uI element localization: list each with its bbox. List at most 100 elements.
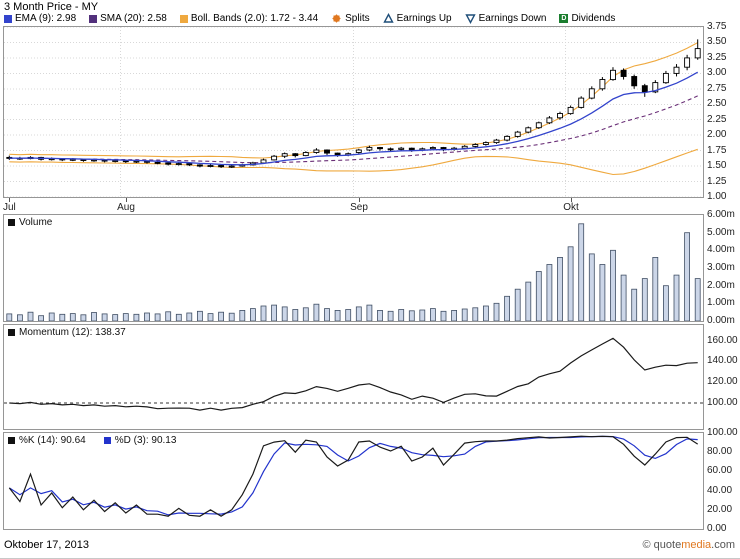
- copyright-quote: quote: [654, 539, 682, 551]
- ema-color-chip: [4, 15, 12, 23]
- volume-bar: [229, 313, 234, 321]
- stoch-k-header-label: %K (14): 90.64: [19, 435, 86, 446]
- price-panel: [3, 26, 704, 198]
- candle-body: [589, 89, 594, 98]
- candle-body: [208, 166, 213, 167]
- volume-bar: [611, 250, 616, 321]
- volume-bar: [176, 314, 181, 321]
- legend-item-sma: SMA (20): 2.58: [89, 13, 167, 24]
- candle-body: [92, 160, 97, 161]
- candle-body: [611, 70, 616, 79]
- candle-body: [473, 145, 478, 147]
- legend-label: SMA (20): 2.58: [100, 13, 167, 24]
- y-axis-label: 160.00: [707, 335, 738, 346]
- volume-bar: [123, 314, 128, 321]
- candle-body: [303, 153, 308, 156]
- stochastics-panel: %K (14): 90.64 %D (3): 90.13: [3, 432, 704, 530]
- candle-body: [399, 148, 404, 149]
- volume-bar: [536, 272, 541, 322]
- volume-bar: [261, 306, 266, 321]
- legend-item-boll-bands: Boll. Bands (2.0): 1.72 - 3.44: [180, 13, 318, 24]
- y-axis-label: 2.25: [707, 114, 726, 125]
- volume-bar: [17, 315, 22, 321]
- candle-body: [494, 140, 499, 143]
- page-title: 3 Month Price - MY: [4, 1, 98, 13]
- bollinger-upper-line: [9, 43, 697, 158]
- stochastics-header: %K (14): 90.64 %D (3): 90.13: [8, 435, 176, 446]
- candle-body: [166, 163, 171, 164]
- volume-bar: [452, 310, 457, 321]
- candle-body: [568, 107, 573, 113]
- candle-body: [176, 164, 181, 165]
- candle-body: [462, 146, 467, 148]
- volume-bar: [113, 315, 118, 321]
- volume-bar: [558, 257, 563, 321]
- candle-body: [695, 49, 700, 58]
- volume-bar: [462, 309, 467, 321]
- candle-body: [600, 80, 605, 89]
- volume-bar: [325, 309, 330, 321]
- volume-chip-icon: [8, 219, 15, 226]
- x-axis-label: Aug: [111, 202, 141, 213]
- x-axis-label: Jul: [3, 202, 33, 213]
- volume-bar: [695, 279, 700, 321]
- volume-panel: Volume: [3, 214, 704, 322]
- y-axis-label: 100.00: [707, 397, 738, 408]
- y-axis-label: 6.00m: [707, 209, 735, 220]
- candle-body: [409, 148, 414, 150]
- candle-body: [335, 153, 340, 155]
- candle-body: [187, 164, 192, 165]
- candle-body: [113, 161, 118, 162]
- legend-label: Earnings Down: [479, 13, 547, 24]
- legend-item-dividends: DDividends: [559, 13, 615, 24]
- candle-body: [515, 132, 520, 136]
- y-axis-label: 100.00: [707, 427, 738, 438]
- sma-color-chip: [89, 15, 97, 23]
- candle-body: [282, 154, 287, 157]
- volume-bar: [356, 307, 361, 321]
- volume-bar: [60, 314, 65, 321]
- candle-body: [272, 156, 277, 160]
- volume-plot: [4, 215, 703, 321]
- momentum-header: Momentum (12): 138.37: [8, 327, 126, 338]
- volume-bar: [367, 305, 372, 321]
- volume-bar: [240, 310, 245, 321]
- volume-bar: [49, 313, 54, 321]
- y-axis-label: 1.75: [707, 145, 726, 156]
- volume-bar: [621, 275, 626, 321]
- y-axis-label: 0.00m: [707, 315, 735, 326]
- y-axis-label: 1.00m: [707, 297, 735, 308]
- y-axis-label: 2.00: [707, 129, 726, 140]
- candle-body: [526, 128, 531, 132]
- candle-body: [378, 148, 383, 149]
- y-axis-label: 2.75: [707, 83, 726, 94]
- candle-body: [621, 70, 626, 76]
- stoch-d-chip-icon: [104, 437, 111, 444]
- copyright: © quotemedia.com: [642, 539, 735, 551]
- candle-body: [547, 118, 552, 123]
- volume-bar: [187, 313, 192, 321]
- y-axis-label: 1.25: [707, 176, 726, 187]
- y-axis-label: 3.25: [707, 52, 726, 63]
- volume-bar: [250, 309, 255, 321]
- y-axis-label: 4.00m: [707, 244, 735, 255]
- candle-body: [642, 86, 647, 92]
- earnings-down-icon: [465, 13, 476, 24]
- candle-body: [197, 165, 202, 166]
- volume-bar: [314, 304, 319, 321]
- legend-label: Earnings Up: [397, 13, 452, 24]
- volume-bar: [526, 282, 531, 321]
- y-axis-label: 2.00m: [707, 280, 735, 291]
- candle-body: [219, 166, 224, 167]
- volume-bar: [102, 314, 107, 321]
- momentum-header-label: Momentum (12): 138.37: [19, 327, 126, 338]
- y-axis-label: 80.00: [707, 446, 732, 457]
- y-axis-label: 1.00: [707, 191, 726, 202]
- volume-bar: [346, 310, 351, 322]
- stochastics-plot: [4, 433, 703, 529]
- y-axis-label: 3.00: [707, 67, 726, 78]
- y-axis-label: 2.50: [707, 98, 726, 109]
- volume-bar: [441, 311, 446, 321]
- legend-item-earnings-up: Earnings Up: [383, 13, 452, 24]
- volume-bar: [399, 310, 404, 322]
